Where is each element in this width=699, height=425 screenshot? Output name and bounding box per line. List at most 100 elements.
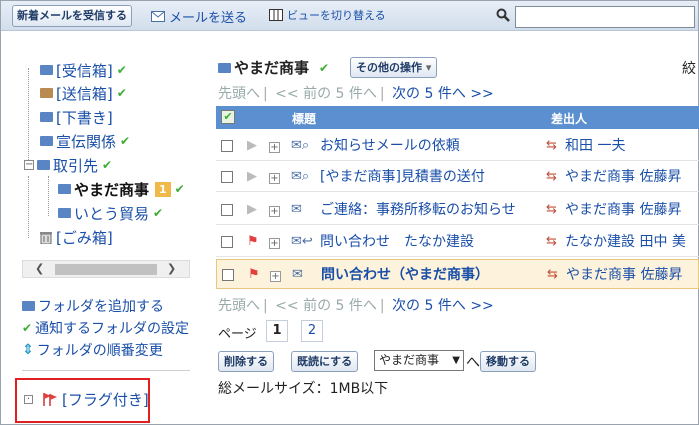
- check-icon: ✔: [116, 63, 127, 77]
- pager-prev: << 前の 5 件へ: [275, 298, 377, 314]
- folder-yamada[interactable]: やまだ商事 1 ✔: [58, 178, 185, 200]
- table-row[interactable]: ▶ + ✉ ご連絡：事務所移転のお知らせ ⇆ やまだ商事 佐藤昇: [216, 195, 699, 225]
- expand-icon[interactable]: ·: [24, 394, 33, 404]
- pager-next[interactable]: 次の 5 件へ >>: [392, 86, 494, 102]
- page-label: ページ: [218, 327, 257, 342]
- folder-trash[interactable]: [ごみ箱]: [40, 226, 113, 248]
- check-icon: ✔: [120, 134, 131, 148]
- switch-view-link[interactable]: ビューを切り替える: [269, 7, 386, 23]
- folder-itou[interactable]: いとう貿易 ✔: [58, 202, 163, 224]
- row-sender[interactable]: やまだ商事 佐藤昇: [565, 162, 681, 192]
- scroll-thumb[interactable]: [55, 264, 157, 275]
- chevron-down-icon: ▼: [452, 355, 460, 366]
- other-operations-button[interactable]: その他の操作 ▾: [350, 57, 438, 78]
- search-input[interactable]: [515, 6, 695, 28]
- select-all-checkbox[interactable]: ✔: [221, 110, 235, 124]
- pager-first: 先頭へ: [218, 86, 260, 102]
- reorder-folders-link[interactable]: ⇕ フォルダの順番変更: [22, 340, 163, 360]
- pager-next[interactable]: 次の 5 件へ >>: [392, 298, 494, 314]
- move-folder-select[interactable]: やまだ商事 ▼: [374, 350, 464, 371]
- columns-icon: [269, 9, 283, 21]
- horizontal-scrollbar[interactable]: ❮ ❯: [22, 260, 190, 278]
- row-subject[interactable]: 問い合わせ たなか建設: [320, 227, 474, 257]
- folder-icon: [40, 65, 53, 75]
- folder-sent[interactable]: [送信箱] ✔: [40, 82, 127, 104]
- add-folder-label: フォルダを追加する: [38, 299, 164, 315]
- expand-icon[interactable]: +: [269, 142, 280, 153]
- row-sender[interactable]: やまだ商事 佐藤昇: [565, 195, 681, 225]
- flag-on-icon[interactable]: ⚑: [248, 260, 260, 290]
- dropdown-arrow-icon: ▾: [425, 61, 432, 74]
- folder-title: やまだ商事 ✔: [218, 57, 329, 78]
- row-sender[interactable]: たなか建設 田中 美: [565, 227, 686, 257]
- flags-icon: [43, 393, 57, 406]
- folder-label: [下書き]: [56, 108, 113, 127]
- folder-icon: [40, 112, 53, 122]
- reply-icon: ⇆: [546, 169, 557, 184]
- folder-icon: [40, 88, 53, 98]
- table-row[interactable]: ▶ + ✉⌕ [やまだ商事]見積書の送付 ⇆ やまだ商事 佐藤昇: [216, 162, 699, 192]
- page-1-button[interactable]: 1: [266, 320, 288, 342]
- table-row[interactable]: ⚑ + ✉↩ 問い合わせ たなか建設 ⇆ たなか建設 田中 美: [216, 227, 699, 257]
- reply-icon: ⇆: [546, 202, 557, 217]
- folder-label: いとう貿易: [74, 204, 150, 223]
- row-sender[interactable]: 和田 一夫: [565, 131, 625, 161]
- folder-promo[interactable]: 宣伝関係 ✔: [40, 130, 130, 152]
- flag-off-icon[interactable]: ▶: [247, 162, 257, 192]
- row-subject[interactable]: 問い合わせ（やまだ商事）: [321, 260, 489, 290]
- subject-column-header[interactable]: 標題: [292, 110, 316, 127]
- flagged-folder[interactable]: · [フラグ付き]: [24, 388, 149, 410]
- flagged-label: [フラグ付き]: [62, 390, 149, 409]
- add-folder-link[interactable]: フォルダを追加する: [22, 296, 164, 316]
- flag-on-icon[interactable]: ⚑: [247, 227, 259, 257]
- flag-off-icon[interactable]: ▶: [247, 131, 257, 161]
- row-checkbox[interactable]: [221, 236, 233, 248]
- folder-label: 取引先: [53, 156, 99, 175]
- expand-icon[interactable]: +: [269, 238, 280, 249]
- to-label: へ: [466, 355, 480, 371]
- table-row-selected[interactable]: ⚑ + ✉ 問い合わせ（やまだ商事） ⇆ やまだ商事 佐藤昇: [216, 259, 699, 289]
- folder-clients[interactable]: − 取引先 ✔: [24, 154, 112, 176]
- folder-icon: [58, 208, 71, 218]
- reply-icon: ⇆: [546, 138, 557, 153]
- table-header: ✔ 標題 差出人: [216, 106, 699, 129]
- folder-inbox[interactable]: [受信箱] ✔: [40, 59, 127, 81]
- expand-icon[interactable]: +: [270, 271, 281, 282]
- move-button[interactable]: 移動する: [480, 351, 536, 372]
- check-icon: ✔: [174, 182, 185, 196]
- delete-button[interactable]: 削除する: [218, 351, 274, 372]
- folder-label: [受信箱]: [56, 61, 113, 80]
- collapse-icon[interactable]: −: [24, 160, 34, 170]
- row-checkbox[interactable]: [221, 140, 233, 152]
- row-checkbox[interactable]: [222, 269, 234, 281]
- mark-read-button[interactable]: 既読にする: [291, 351, 359, 372]
- table-row[interactable]: ▶ + ✉⌕ お知らせメールの依頼 ⇆ 和田 一夫: [216, 131, 699, 161]
- tree-line: [28, 176, 29, 238]
- folder-icon: [58, 184, 71, 194]
- tree-line: [48, 176, 49, 216]
- notify-settings-link[interactable]: ✔ 通知するフォルダの設定: [22, 318, 189, 338]
- receive-mail-button[interactable]: 新着メールを受信する: [12, 5, 132, 27]
- row-subject[interactable]: [やまだ商事]見積書の送付: [320, 162, 485, 192]
- row-subject[interactable]: ご連絡：事務所移転のお知らせ: [320, 195, 516, 225]
- send-mail-label: メールを送る: [169, 11, 248, 26]
- envelope-icon: ✉: [291, 202, 302, 217]
- pager-bottom: 先頭へ | << 前の 5 件へ | 次の 5 件へ >>: [218, 298, 494, 314]
- up-down-icon: ⇕: [22, 342, 34, 358]
- row-checkbox[interactable]: [221, 171, 233, 183]
- flag-off-icon[interactable]: ▶: [247, 195, 257, 225]
- search-icon[interactable]: [496, 8, 510, 22]
- scroll-right-icon[interactable]: ❯: [167, 262, 176, 275]
- sender-column-header[interactable]: 差出人: [551, 110, 587, 127]
- row-checkbox[interactable]: [221, 204, 233, 216]
- page-2-button[interactable]: 2: [301, 320, 323, 342]
- row-sender[interactable]: やまだ商事 佐藤昇: [566, 260, 682, 290]
- scroll-left-icon[interactable]: ❮: [35, 262, 44, 275]
- expand-icon[interactable]: +: [269, 206, 280, 217]
- envelope-icon: ✉: [292, 267, 303, 282]
- folder-label: [ごみ箱]: [56, 228, 113, 247]
- send-mail-link[interactable]: メールを送る: [151, 7, 247, 26]
- expand-icon[interactable]: +: [269, 173, 280, 184]
- row-subject[interactable]: お知らせメールの依頼: [320, 131, 460, 161]
- folder-drafts[interactable]: [下書き]: [40, 106, 113, 128]
